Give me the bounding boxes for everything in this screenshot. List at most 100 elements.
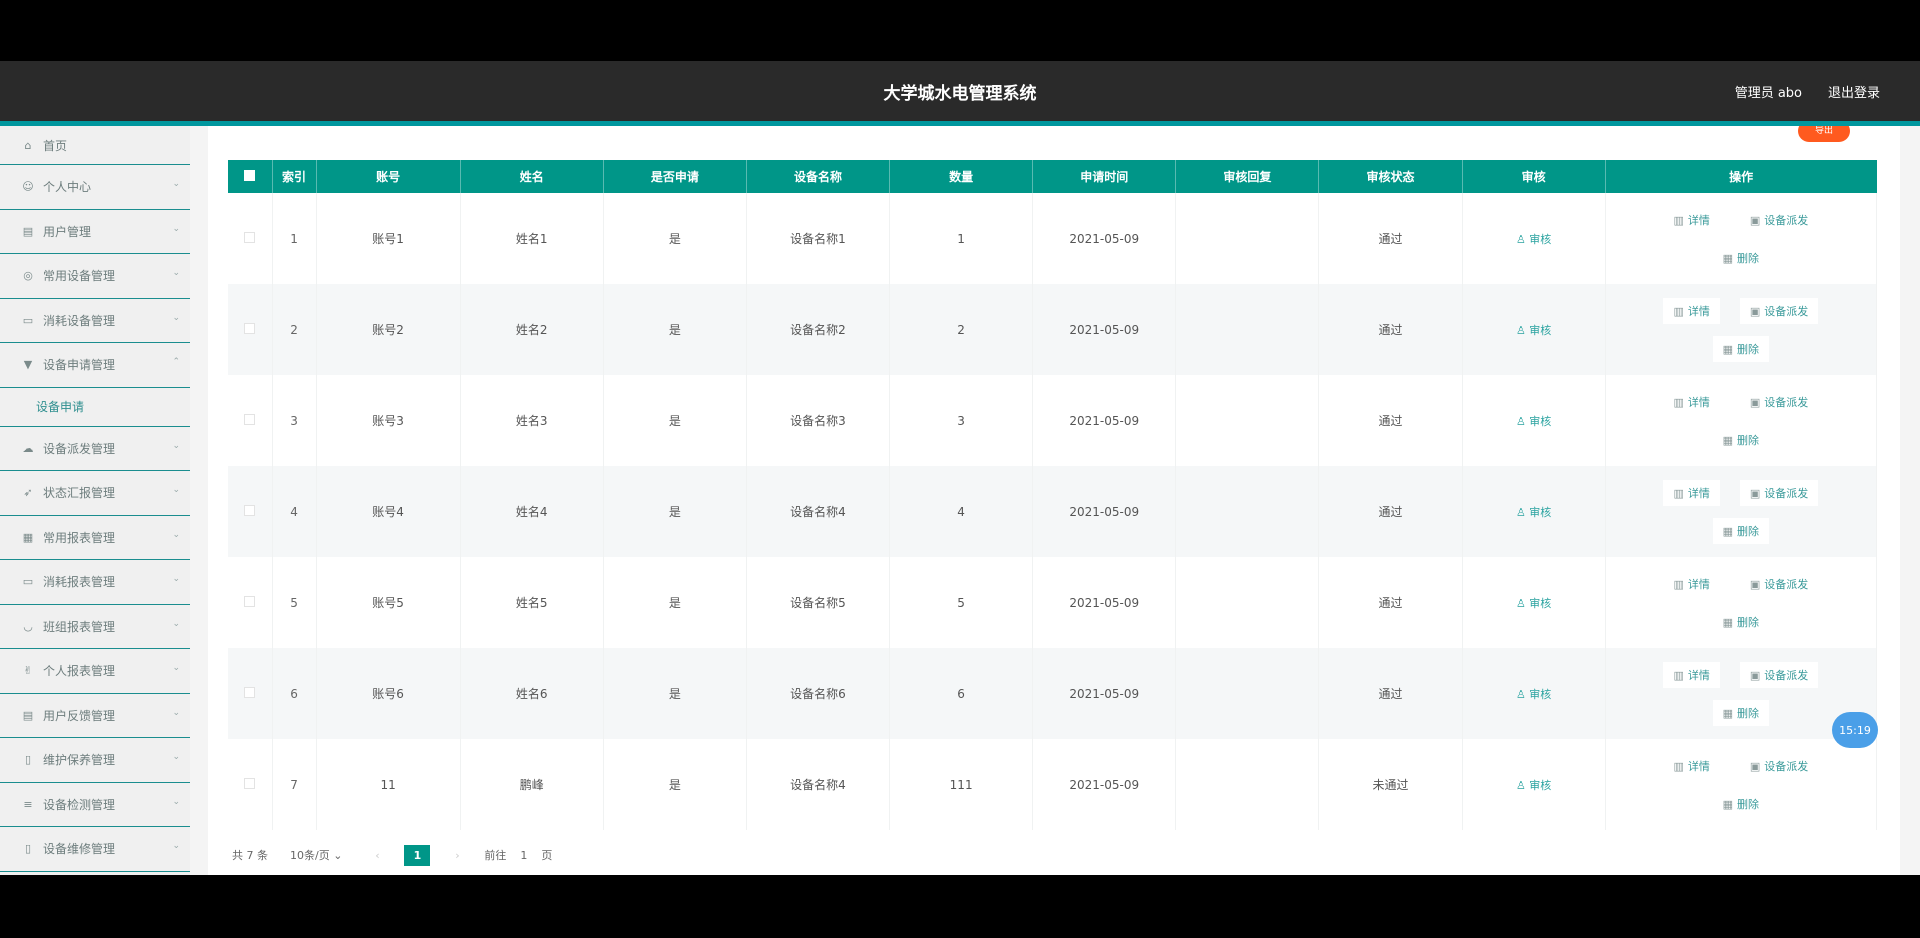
- detail-icon: ▥: [1673, 759, 1684, 773]
- cell-applied: 是: [603, 193, 747, 284]
- dispatch-button[interactable]: ▣ 设备派发: [1739, 479, 1819, 506]
- logout-button[interactable]: 退出登录: [1828, 82, 1880, 101]
- chevron-down-icon: ⌄: [172, 179, 180, 189]
- submenu-device-apply[interactable]: 设备申请: [0, 388, 190, 427]
- sidebar-item-repair[interactable]: ▯ 设备维修管理 ⌄: [0, 827, 190, 872]
- sidebar-item-home[interactable]: ⌂ 首页: [0, 126, 190, 165]
- goto-input[interactable]: 1: [520, 849, 527, 862]
- sidebar-item-label: 常用报表管理: [43, 530, 116, 545]
- sidebar-item-team-report[interactable]: ◡ 班组报表管理 ⌄: [0, 605, 190, 649]
- cell-time: 2021-05-09: [1032, 193, 1177, 284]
- detail-button[interactable]: ▥ 详情: [1663, 661, 1720, 688]
- row-checkbox[interactable]: [228, 193, 273, 284]
- dispatch-label: 设备派发: [1764, 395, 1809, 409]
- list-icon: ≡: [23, 797, 33, 811]
- operations-cell: ▥ 详情 ▣ 设备派发 ▦ 删除: [1605, 375, 1878, 466]
- delete-button[interactable]: ▦ 删除: [1712, 335, 1770, 362]
- maintain-icon: ▯: [24, 753, 32, 767]
- page-size-select[interactable]: 10条/页 ⌄: [282, 844, 350, 866]
- sidebar-item-dispatch[interactable]: ☁ 设备派发管理 ⌄: [0, 427, 190, 471]
- dispatch-button[interactable]: ▣ 设备派发: [1739, 297, 1819, 324]
- cell-account: 账号6: [316, 648, 461, 739]
- row-checkbox[interactable]: [228, 557, 273, 648]
- consumable-icon: ▭: [22, 313, 34, 327]
- delete-button[interactable]: ▦ 删除: [1712, 699, 1770, 726]
- chevron-down-icon: ⌄: [172, 618, 180, 629]
- detail-button[interactable]: ▥ 详情: [1663, 570, 1720, 597]
- cell-account: 11: [316, 739, 461, 830]
- sidebar-item-feedback[interactable]: ▤ 用户反馈管理 ⌄: [0, 694, 190, 738]
- operations-cell: ▥ 详情 ▣ 设备派发 ▦ 删除: [1605, 193, 1878, 284]
- detail-icon: ▥: [1673, 668, 1684, 682]
- dispatch-icon: ▣: [1749, 668, 1761, 682]
- detail-button[interactable]: ▥ 详情: [1663, 297, 1720, 324]
- cell-device: 设备名称4: [746, 466, 891, 557]
- sidebar-item-profile[interactable]: ☺ 个人中心 ⌄: [0, 165, 190, 210]
- detail-button[interactable]: ▥ 详情: [1663, 752, 1720, 779]
- cell-applied: 是: [603, 648, 747, 739]
- detail-icon: ▥: [1673, 213, 1684, 227]
- audit-button[interactable]: ♙ 审核: [1462, 466, 1606, 557]
- sidebar-item-maintenance[interactable]: ▯ 维护保养管理 ⌄: [0, 738, 190, 783]
- prev-page-button[interactable]: ‹: [364, 845, 390, 866]
- page-size-value: 10条/页: [290, 849, 330, 862]
- cell-time: 2021-05-09: [1032, 375, 1177, 466]
- row-checkbox[interactable]: [228, 284, 273, 375]
- row-checkbox[interactable]: [228, 739, 273, 830]
- cell-name: 姓名6: [460, 648, 604, 739]
- trash-icon: ▦: [1722, 251, 1734, 265]
- row-checkbox[interactable]: [228, 648, 273, 739]
- export-button[interactable]: 导出: [1798, 126, 1850, 142]
- sidebar-item-users[interactable]: ▤ 用户管理 ⌄: [0, 210, 190, 254]
- cell-account: 账号2: [316, 284, 461, 375]
- table-row: 6 账号6 姓名6 是设备名称6 6 2021-05-09 通过 ♙ 审核 ▥ 详情 ▣ 设备派发…: [228, 648, 1878, 739]
- delete-button[interactable]: ▦ 删除: [1712, 517, 1770, 544]
- detail-button[interactable]: ▥ 详情: [1663, 388, 1720, 415]
- audit-button[interactable]: ♙ 审核: [1462, 284, 1606, 375]
- audit-button[interactable]: ♙ 审核: [1462, 739, 1606, 830]
- sidebar-item-label: 班组报表管理: [43, 619, 116, 634]
- delete-button[interactable]: ▦ 删除: [1712, 790, 1770, 817]
- col-header: 姓名: [460, 160, 604, 193]
- chevron-down-icon: ⌄: [172, 796, 180, 807]
- sidebar-item-status-report[interactable]: ➶ 状态汇报管理 ⌄: [0, 471, 190, 516]
- row-checkbox[interactable]: [228, 375, 273, 466]
- sidebar: ⌂ 首页 ☺ 个人中心 ⌄ ▤ 用户管理 ⌄ ◎ 常用设备管理 ⌄ ▭ 消耗设备管理 ⌄ ▼ 设备申…: [0, 126, 190, 875]
- delete-label: 删除: [1737, 706, 1760, 720]
- detail-button[interactable]: ▥ 详情: [1663, 479, 1720, 506]
- row-checkbox[interactable]: [228, 466, 273, 557]
- cell-device: 设备名称6: [746, 648, 891, 739]
- next-page-button[interactable]: ›: [444, 845, 470, 866]
- cell-qty: 1: [889, 193, 1034, 284]
- sidebar-item-consumable-report[interactable]: ▭ 消耗报表管理 ⌄: [0, 560, 190, 605]
- delete-button[interactable]: ▦ 删除: [1712, 608, 1770, 635]
- dispatch-button[interactable]: ▣ 设备派发: [1739, 661, 1819, 688]
- sidebar-item-consumable-devices[interactable]: ▭ 消耗设备管理 ⌄: [0, 299, 190, 343]
- audit-button[interactable]: ♙ 审核: [1462, 193, 1606, 284]
- dispatch-button[interactable]: ▣ 设备派发: [1739, 752, 1819, 779]
- sidebar-item-common-devices[interactable]: ◎ 常用设备管理 ⌄: [0, 254, 190, 299]
- dispatch-label: 设备派发: [1764, 213, 1809, 227]
- audit-button[interactable]: ♙ 审核: [1462, 557, 1606, 648]
- audit-label: 审核: [1529, 505, 1552, 519]
- dispatch-button[interactable]: ▣ 设备派发: [1739, 570, 1819, 597]
- audit-button[interactable]: ♙ 审核: [1462, 648, 1606, 739]
- page-number-current[interactable]: 1: [404, 844, 431, 866]
- audit-button[interactable]: ♙ 审核: [1462, 375, 1606, 466]
- sidebar-item-inspection[interactable]: ≡ 设备检测管理 ⌄: [0, 783, 190, 827]
- sidebar-item-device-apply[interactable]: ▼ 设备申请管理 ⌃: [0, 343, 190, 388]
- detail-button[interactable]: ▥ 详情: [1663, 206, 1720, 233]
- detail-label: 详情: [1687, 486, 1710, 500]
- cell-name: 姓名5: [460, 557, 604, 648]
- dispatch-button[interactable]: ▣ 设备派发: [1739, 388, 1819, 415]
- sidebar-item-personal-report[interactable]: ✌ 个人报表管理 ⌄: [0, 649, 190, 694]
- dispatch-button[interactable]: ▣ 设备派发: [1739, 206, 1819, 233]
- sidebar-item-common-report[interactable]: ▦ 常用报表管理 ⌄: [0, 516, 190, 560]
- detail-icon: ▥: [1673, 486, 1684, 500]
- select-all-checkbox[interactable]: [228, 160, 273, 193]
- sidebar-item-label: 设备维修管理: [43, 842, 116, 857]
- cell-device: 设备名称5: [746, 557, 891, 648]
- delete-button[interactable]: ▦ 删除: [1712, 244, 1770, 271]
- main-content: 导出 索引 账号 姓名 是否申请 设备名称 数量 申请时间 审核回复 审核状态 …: [208, 126, 1900, 875]
- delete-button[interactable]: ▦ 删除: [1712, 426, 1770, 453]
